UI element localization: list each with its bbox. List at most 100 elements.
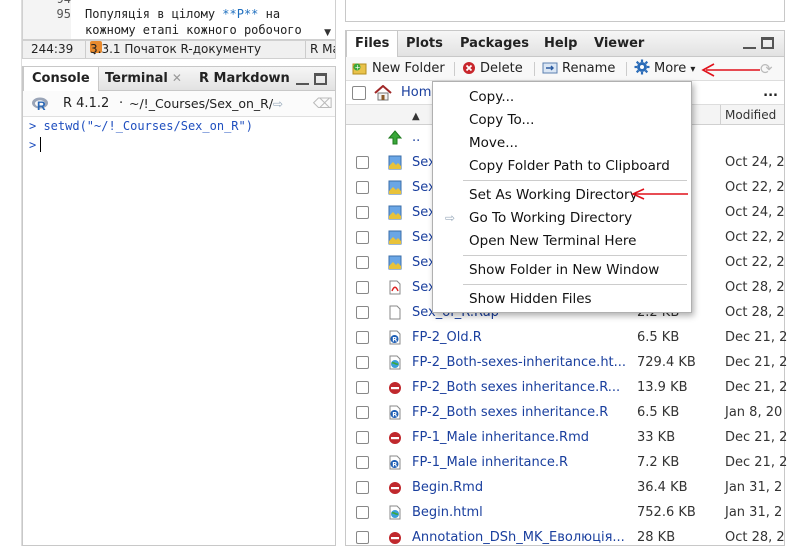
file-checkbox[interactable] [356, 481, 369, 494]
annotation-arrow-more [701, 63, 760, 77]
console-tab-bar: Console Terminal ✕ R Markdown [23, 67, 335, 92]
menu-item-open-terminal[interactable]: Open New Terminal Here [433, 230, 691, 252]
file-modified: Dec 21, 2 [725, 330, 788, 345]
delete-button[interactable]: Delete [462, 57, 523, 81]
file-size: 13.9 KB [637, 380, 688, 395]
tab-help[interactable]: Help [536, 31, 585, 57]
file-row[interactable]: Begin.html 752.6 KB Jan 31, 2 [346, 500, 784, 525]
file-name-link[interactable]: FP-1_Male inheritance.R [412, 450, 568, 475]
file-checkbox[interactable] [356, 431, 369, 444]
editor-status-bar: 244:39 3.3.1 Початок R-документу ◆ R Ma [22, 40, 336, 59]
menu-item-show-folder-new-window[interactable]: Show Folder in New Window [433, 259, 691, 281]
menu-item-copy[interactable]: Copy... [433, 86, 691, 108]
menu-separator [463, 180, 687, 181]
file-modified: Oct 24, 2 [725, 205, 785, 220]
tab-r-markdown[interactable]: R Markdown [191, 67, 298, 91]
separator: · [119, 96, 124, 111]
working-dir-path[interactable]: ~/!_Courses/Sex_on_R/ [129, 91, 273, 117]
file-checkbox[interactable] [356, 356, 369, 369]
parent-dir-link[interactable]: .. [412, 125, 420, 150]
close-icon[interactable]: ✕ [172, 71, 182, 85]
console-prompt[interactable]: > [29, 137, 42, 152]
more-menu-button[interactable]: More ▾ [634, 57, 695, 82]
file-row[interactable]: R FP-1_Male inheritance.R 7.2 KB Dec 21, 2 [346, 450, 788, 475]
rename-button[interactable]: Rename [542, 57, 615, 81]
file-checkbox[interactable] [356, 531, 369, 544]
file-row[interactable]: Begin.Rmd 36.4 KB Jan 31, 2 [346, 475, 784, 500]
file-modified: Oct 28, 2 [725, 305, 785, 320]
breadcrumb-overflow[interactable]: ... [763, 81, 778, 105]
up-arrow-icon [388, 130, 402, 145]
menu-item-go-to-working-directory[interactable]: ⇨ Go To Working Directory [433, 207, 691, 229]
home-icon[interactable] [374, 85, 392, 101]
file-checkbox[interactable] [356, 456, 369, 469]
file-name-link[interactable]: FP-2_Both sexes inheritance.R [412, 400, 608, 425]
tab-packages[interactable]: Packages [452, 31, 537, 57]
menu-item-copy-folder-path[interactable]: Copy Folder Path to Clipboard [433, 155, 691, 177]
file-row[interactable]: R FP-2_Old.R 6.5 KB Dec 21, 2 [346, 325, 788, 350]
file-checkbox[interactable] [356, 306, 369, 319]
file-name-link[interactable]: Annotation_DSh_MK_Еволюція... [412, 525, 625, 550]
sort-asc-icon: ▲ [412, 111, 420, 122]
file-checkbox[interactable] [356, 206, 369, 219]
file-modified: Jan 31, 2 [725, 505, 783, 520]
svg-text:R: R [392, 461, 397, 469]
maximize-icon[interactable] [761, 37, 774, 49]
chevron-down-icon: ▾ [690, 64, 696, 75]
file-name-link[interactable]: FP-2_Both-sexes-inheritance.ht... [412, 350, 626, 375]
file-modified: Jan 31, 2 [725, 480, 783, 495]
broom-clear-icon[interactable]: ⌫ [313, 91, 333, 117]
file-size: 28 KB [637, 530, 676, 545]
file-checkbox[interactable] [356, 381, 369, 394]
file-name-link[interactable]: Begin.html [412, 500, 483, 525]
svg-text:R: R [37, 99, 46, 112]
file-name-link[interactable]: FP-2_Old.R [412, 325, 482, 350]
file-name-link[interactable]: FP-2_Both sexes inheritance.R... [412, 375, 620, 400]
window-left-edge [14, 0, 22, 546]
console-line: > setwd("~/!_Courses/Sex_on_R") [29, 119, 253, 133]
file-checkbox[interactable] [356, 256, 369, 269]
minimize-icon[interactable] [743, 44, 756, 49]
file-checkbox[interactable] [356, 506, 369, 519]
tab-files[interactable]: Files [346, 31, 399, 57]
file-checkbox[interactable] [356, 181, 369, 194]
editor-line: кожному етапі кожного робочого [23, 21, 335, 39]
tab-viewer[interactable]: Viewer [586, 31, 652, 57]
file-checkbox[interactable] [356, 156, 369, 169]
upper-pane-edge [345, 0, 785, 22]
file-checkbox[interactable] [356, 231, 369, 244]
annotation-arrow-set-wd [631, 188, 688, 200]
column-modified-header[interactable]: Modified [720, 105, 776, 125]
minimize-icon[interactable] [296, 80, 309, 85]
file-row[interactable]: Annotation_DSh_MK_Еволюція... 28 KB Oct 28… [346, 525, 785, 550]
file-size: 36.4 KB [637, 480, 688, 495]
scroll-down-icon[interactable]: ▼ [324, 28, 331, 38]
menu-item-copy-to[interactable]: Copy To... [433, 109, 691, 131]
select-all-checkbox[interactable] [352, 86, 366, 100]
pane-window-controls [743, 37, 774, 52]
file-modified: Dec 21, 2 [725, 455, 788, 470]
tab-plots[interactable]: Plots [398, 31, 451, 57]
go-to-dir-icon[interactable]: ⇨ [273, 91, 283, 117]
file-row[interactable]: FP-1_Male inheritance.Rmd 33 KB Dec 21, 2 [346, 425, 787, 450]
source-editor[interactable]: 94 95 Популяція в цілому **P** на кожном… [22, 0, 336, 40]
column-name-header[interactable]: ▲ [408, 105, 420, 125]
menu-item-show-hidden-files[interactable]: Show Hidden Files [433, 288, 691, 310]
file-name-link[interactable]: Begin.Rmd [412, 475, 483, 500]
language-mode[interactable]: R Ma [305, 41, 335, 58]
file-checkbox[interactable] [356, 281, 369, 294]
file-row[interactable]: FP-2_Both-sexes-inheritance.ht... 729.4 K… [346, 350, 787, 375]
file-row[interactable]: FP-2_Both sexes inheritance.R... 13.9 KB D… [346, 375, 787, 400]
files-tab-bar: Files Plots Packages Help Viewer [346, 31, 784, 57]
new-folder-button[interactable]: + New Folder [352, 57, 445, 81]
file-checkbox[interactable] [356, 331, 369, 344]
file-row[interactable]: R FP-2_Both sexes inheritance.R 6.5 KB Jan … [346, 400, 784, 425]
file-checkbox[interactable] [356, 406, 369, 419]
section-navigator[interactable]: 3.3.1 Початок R-документу ◆ [85, 41, 261, 58]
menu-item-move[interactable]: Move... [433, 132, 691, 154]
maximize-icon[interactable] [314, 73, 327, 85]
tab-console[interactable]: Console [23, 67, 99, 92]
file-name-link[interactable]: FP-1_Male inheritance.Rmd [412, 425, 589, 450]
pane-window-controls [296, 73, 327, 88]
tab-terminal[interactable]: Terminal ✕ [97, 67, 190, 91]
